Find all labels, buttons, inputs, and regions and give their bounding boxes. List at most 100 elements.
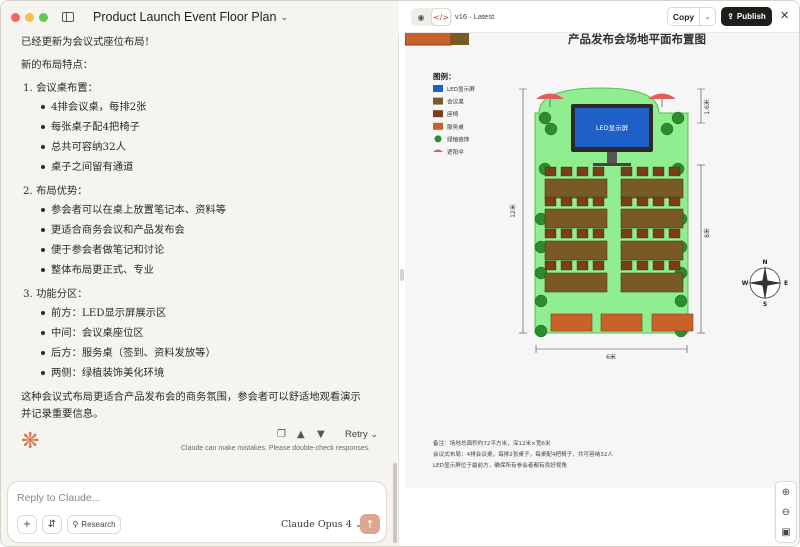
close-icon: ✕ [780,9,790,22]
led-label: LED显示屏 [596,124,629,132]
compass-e: E [784,280,788,287]
assistant-message: 已经更新为会议式座位布局！ 新的布局特点： 1. 会议桌布置： 4排会议桌，每排… [21,34,381,423]
bullet-list: 4排会议桌，每排2张 每张桌子配4把椅子 总共可容纳32人 桌子之间留有通道 [21,97,381,177]
version-label[interactable]: v16 · Latest [455,12,494,21]
service-table [600,313,643,332]
chair [560,166,573,177]
plant [534,324,548,338]
compass-s: S [763,301,767,308]
model-label: Claude Opus 4 [281,519,352,530]
message-actions: ❐ ▲ ▼ Retry ⌄ [277,429,378,440]
minimize-window-button[interactable] [25,13,34,22]
reply-input-placeholder[interactable]: Reply to Claude... [17,492,100,504]
zoom-in-icon: ⊕ [781,486,791,498]
retry-button[interactable]: Retry ⌄ [345,429,378,440]
compass-w: W [742,280,749,287]
chair [544,228,557,239]
sliders-icon: ⇵ [47,519,57,530]
legend-swatch [433,97,443,105]
chair [576,260,589,271]
message-lead: 已经更新为会议式座位布局！ [21,36,155,48]
model-selector[interactable]: Claude Opus 4 ⌄ [281,519,362,530]
chair [560,260,573,271]
chair [620,260,633,271]
list-item: 每张桌子配4把椅子 [41,117,381,137]
maximize-window-button[interactable] [39,13,48,22]
section-title: 3. 功能分区： [23,288,88,300]
note-line: LED显示屏位于最前方，确保所有参会者都有良好视角 [433,461,567,469]
compass-n: N [762,259,767,266]
thumbs-down-icon[interactable]: ▼ [317,429,327,440]
list-item: 参会者可以在桌上放置笔记本、资料等 [41,200,381,220]
legend-title: 图例： [433,71,456,81]
list-item: 中间：会议桌座位区 [41,323,381,343]
legend-swatch [433,85,443,92]
tools-button[interactable]: ⇵ [42,515,62,534]
zoom-out-button[interactable]: ⊖ [776,502,796,522]
close-artifact-button[interactable]: ✕ [780,9,789,22]
chair [620,166,633,177]
chair [668,196,681,207]
chair [652,228,665,239]
chair [636,166,649,177]
legend-label: 座椅 [447,110,459,118]
conversation-title-menu[interactable]: Product Launch Event Floor Plan ⌄ [93,10,288,24]
thumbs-up-icon[interactable]: ▲ [297,429,307,440]
copy-options-dropdown[interactable]: ⌄ [700,8,715,25]
dim-width-label: 6米 [606,353,616,361]
artifact-toolbar: ◉ </> v16 · Latest Copy ⌄ ⇪ Publish ✕ [405,1,799,33]
code-icon: </> [432,12,450,22]
fit-view-button[interactable]: ▣ [776,522,796,542]
publish-button[interactable]: ⇪ Publish [721,7,772,26]
conference-table [544,208,608,229]
dim-mid-label: 8米 [703,228,711,238]
zoom-out-icon: ⊖ [781,506,791,518]
retry-label: Retry [345,429,368,440]
sidebar-toggle-icon[interactable] [62,12,74,22]
conference-table [544,178,608,199]
chair [544,166,557,177]
chair [668,228,681,239]
add-attachment-button[interactable]: + [17,515,37,534]
copy-button[interactable]: Copy [668,8,700,25]
claude-logo-icon: ❋ [21,429,40,454]
zoom-in-button[interactable]: ⊕ [776,482,796,502]
artifact-canvas: 产品发布会场地平面布置图 图例： LED显示屏 会议桌 座椅 服务桌 绿植装饰 遮阳伞 L… [405,33,799,488]
list-item: 桌子之间留有通道 [41,157,381,177]
list-item: 4排会议桌，每排2张 [41,97,381,117]
chat-scrollbar[interactable] [393,463,397,543]
chair [636,228,649,239]
reply-input-box[interactable]: Reply to Claude... + ⇵ ⚲ Research Claude … [7,481,387,543]
list-item: 后方：服务桌（签到、资料发放等） [41,343,381,363]
plant [674,294,688,308]
app-window: Product Launch Event Floor Plan ⌄ 已经更新为会… [0,0,800,547]
chair [544,260,557,271]
chevron-down-icon: ⌄ [280,11,288,22]
code-toggle[interactable]: </> [431,8,451,26]
view-toggle: ◉ </> [411,8,452,26]
copy-icon[interactable]: ❐ [277,429,287,440]
legend-label: 绿植装饰 [447,135,470,143]
plant [660,122,674,136]
pane-resize-handle[interactable] [400,269,404,281]
research-button[interactable]: ⚲ Research [67,515,121,534]
close-window-button[interactable] [11,13,20,22]
message-subheading: 新的布局特点： [21,59,94,71]
section-title: 2. 布局优势： [23,185,88,197]
fit-view-icon: ▣ [781,526,791,538]
plan-notes: 备注：场地总面积约72平方米，深12米×宽6米 会议式布局：4排会议桌，每排2张… [433,439,613,469]
send-button[interactable]: ↑ [360,514,380,534]
plant [671,111,685,125]
list-item: 整体布局更正式、专业 [41,260,381,280]
disclaimer: Claude can make mistakes. Please double-… [181,445,371,452]
section-zones: 3. 功能分区： 前方：LED显示屏展示区 中间：会议桌座位区 后方：服务桌（签… [21,286,381,383]
preview-toggle[interactable]: ◉ [411,8,431,26]
arrow-up-icon: ↑ [365,517,375,531]
section-title: 1. 会议桌布置： [23,82,98,94]
list-item: 前方：LED显示屏展示区 [41,303,381,323]
conversation-title: Product Launch Event Floor Plan [93,10,277,24]
note-line: 备注：场地总面积约72平方米，深12米×宽6米 [433,439,551,447]
research-icon: ⚲ [72,520,79,529]
legend-label: 服务桌 [447,123,464,131]
chair [668,166,681,177]
